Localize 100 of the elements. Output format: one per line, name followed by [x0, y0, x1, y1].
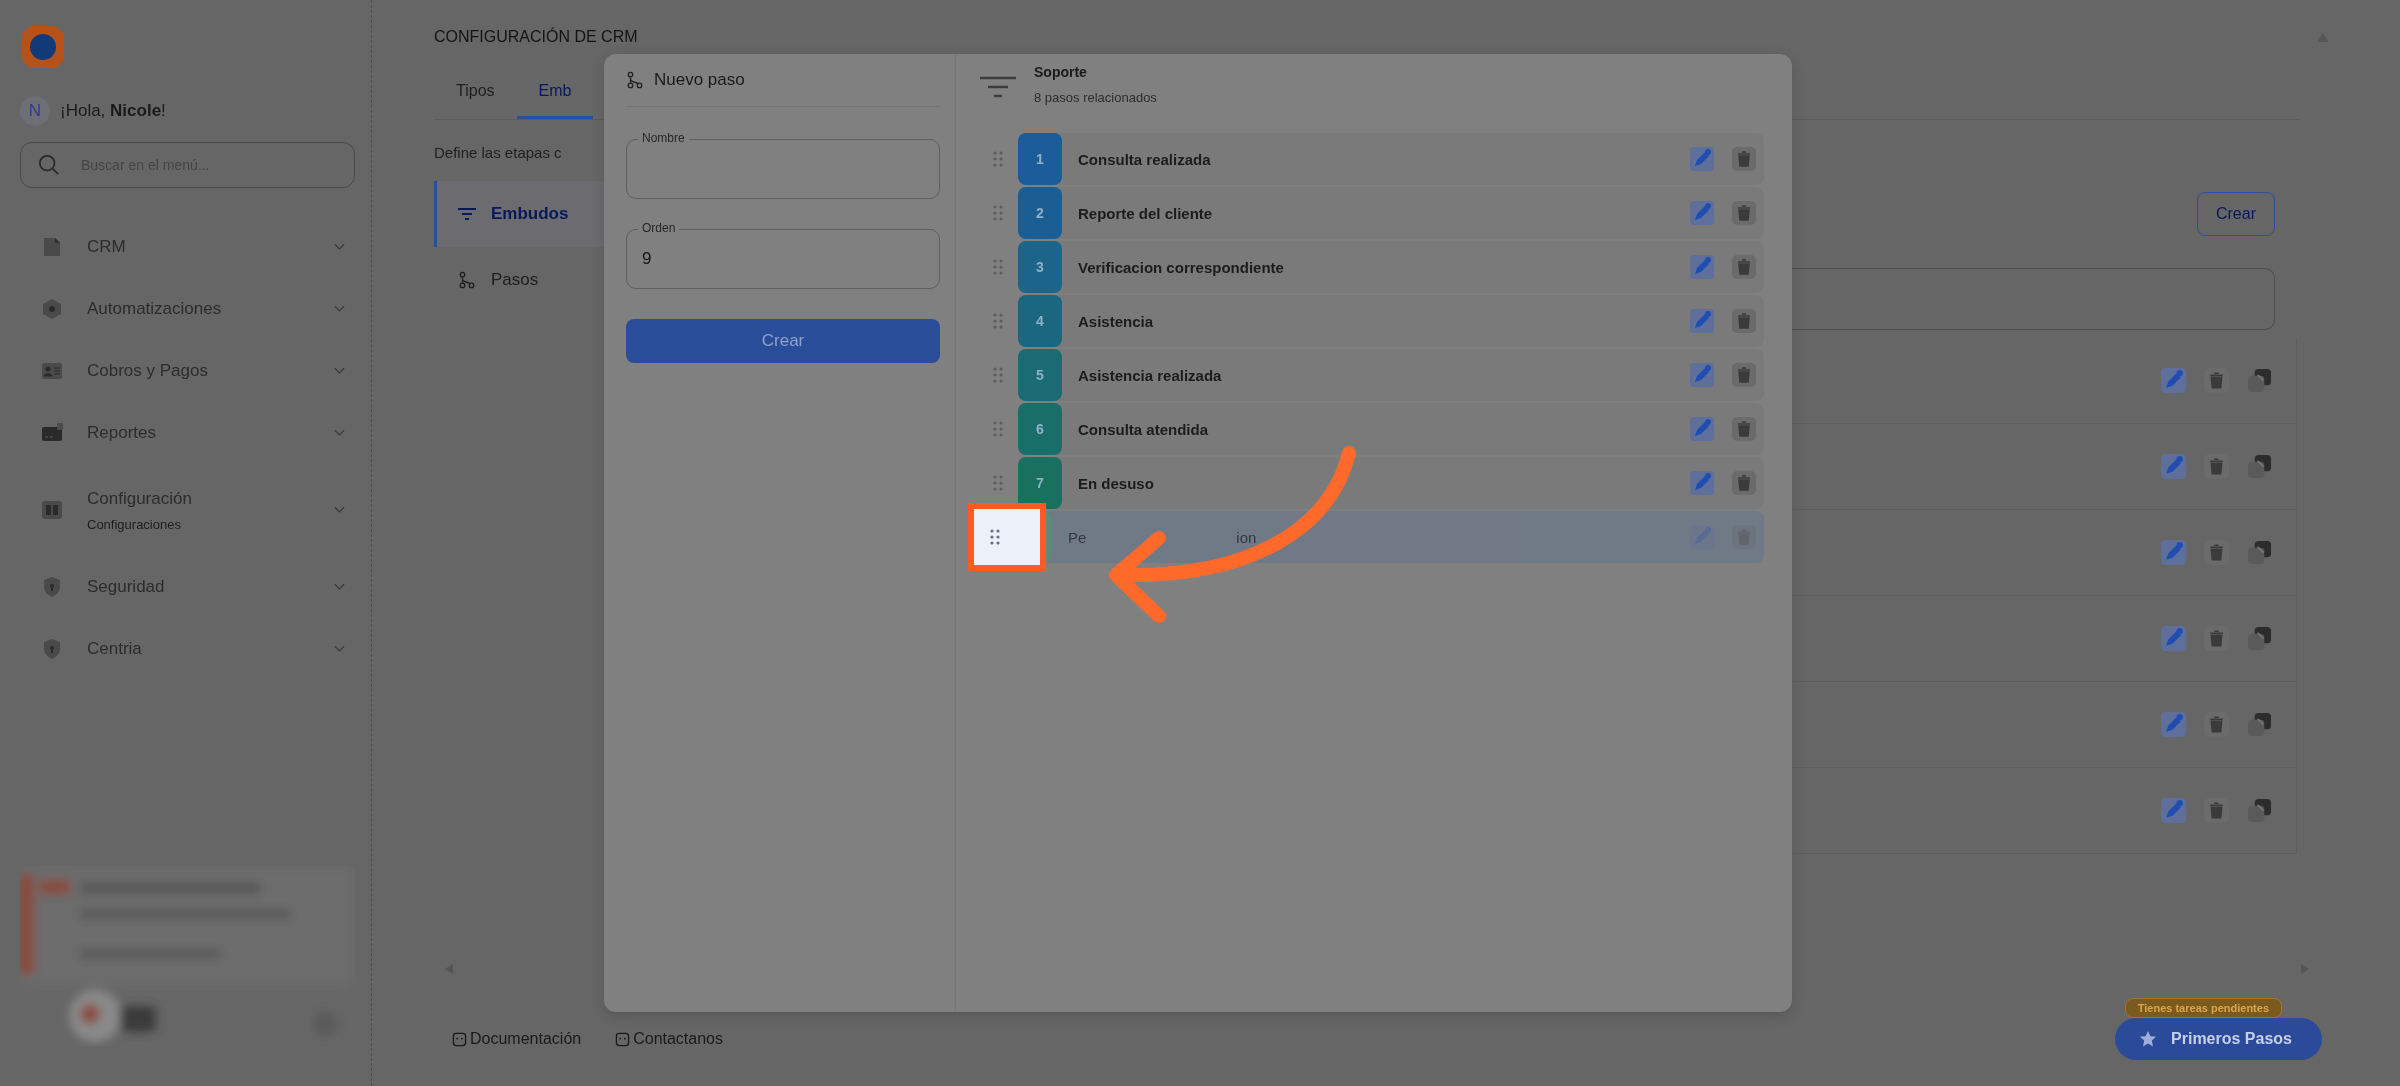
step-label: Consulta atendida	[1078, 420, 1208, 438]
step-number: 6	[1018, 403, 1062, 455]
logo	[20, 24, 66, 70]
step-row[interactable]: 5 Asistencia realizada	[1018, 349, 1764, 401]
copy-icon[interactable]	[2247, 540, 2272, 565]
menu-label: Seguridad	[87, 577, 166, 597]
step-row[interactable]: 2 Reporte del cliente	[1018, 187, 1764, 239]
chat-icon	[615, 1031, 631, 1047]
menu-item[interactable]: Reportes	[20, 402, 355, 464]
hexagon-icon	[40, 297, 64, 321]
funnel-subtitle: 8 pasos relacionados	[1034, 90, 1157, 105]
trash-icon[interactable]	[1732, 471, 1756, 495]
copy-icon[interactable]	[2247, 368, 2272, 393]
funnel-name: Soporte	[1034, 64, 1088, 80]
drag-handle-icon[interactable]	[993, 475, 1003, 491]
copy-icon[interactable]	[2247, 712, 2272, 737]
field-label: Orden	[638, 221, 680, 235]
tab[interactable]: Emb	[516, 68, 594, 119]
trash-icon[interactable]	[1732, 309, 1756, 333]
subnav-item[interactable]: Pasos	[434, 247, 609, 313]
trash-icon[interactable]	[1732, 363, 1756, 387]
trash-icon[interactable]	[1732, 147, 1756, 171]
menu-item[interactable]: Centria	[20, 618, 355, 680]
branch-icon	[626, 71, 644, 89]
edit-icon[interactable]	[1690, 309, 1714, 333]
step-number: 7	[1018, 457, 1062, 509]
step-row[interactable]: 3 Verificacion correspondiente	[1018, 241, 1764, 293]
first-steps-button[interactable]: Primeros Pasos	[2115, 1018, 2322, 1060]
step-label: Reporte del cliente	[1078, 204, 1213, 222]
step-row[interactable]: 1 Consulta realizada	[1018, 133, 1764, 185]
create-button[interactable]: Crear	[626, 319, 940, 363]
edit-icon[interactable]	[1690, 471, 1714, 495]
step-row[interactable]: 7 En desuso	[1018, 457, 1764, 509]
page-title: CONFIGURACIÓN DE CRM	[434, 28, 639, 46]
menu-label: Reportes	[87, 423, 157, 443]
edit-icon[interactable]	[2161, 368, 2186, 393]
drag-handle-icon[interactable]	[993, 421, 1003, 437]
menu-sublabel: Configuraciones	[87, 516, 182, 532]
field-label: Nombre	[638, 131, 689, 145]
menu-item[interactable]: Configuración Configuraciones	[20, 464, 355, 556]
drag-handle-icon[interactable]	[993, 313, 1003, 329]
chevron-icon	[334, 367, 345, 375]
subnav-label: Embudos	[491, 204, 569, 224]
footer-link[interactable]: Contactanos	[615, 1030, 723, 1048]
chevron-icon	[334, 506, 345, 514]
step-label: En desuso	[1078, 474, 1154, 492]
chevron-icon	[334, 583, 345, 591]
edit-icon[interactable]	[2161, 540, 2186, 565]
edit-icon[interactable]	[2161, 798, 2186, 823]
edit-icon[interactable]	[2161, 712, 2186, 737]
menu-item[interactable]: Seguridad	[20, 556, 355, 618]
step-label: Pe	[1068, 528, 1087, 546]
menu-label: Cobros y Pagos	[87, 361, 209, 381]
copy-icon[interactable]	[2247, 454, 2272, 479]
trash-icon[interactable]	[1732, 255, 1756, 279]
edit-icon[interactable]	[1690, 147, 1714, 171]
edit-icon[interactable]	[1690, 363, 1714, 387]
chevron-icon	[334, 645, 345, 653]
drag-handle-icon[interactable]	[993, 151, 1003, 167]
search-field[interactable]	[1792, 268, 2275, 330]
trash-icon[interactable]	[1732, 201, 1756, 225]
trash-icon[interactable]	[1732, 525, 1756, 549]
menu-item[interactable]: Cobros y Pagos	[20, 340, 355, 402]
branch-icon	[457, 271, 477, 289]
drag-handle-icon[interactable]	[993, 205, 1003, 221]
copy-icon[interactable]	[2247, 798, 2272, 823]
form-title: Nuevo paso	[654, 70, 745, 90]
drag-handle-icon[interactable]	[993, 259, 1003, 275]
edit-icon[interactable]	[2161, 626, 2186, 651]
edit-icon[interactable]	[2161, 454, 2186, 479]
step-number: 5	[1018, 349, 1062, 401]
step-number: 3	[1018, 241, 1062, 293]
menu-label: Configuración	[87, 488, 193, 509]
tab[interactable]: Tipos	[434, 68, 517, 119]
trash-icon[interactable]	[1732, 417, 1756, 441]
edit-icon[interactable]	[1690, 255, 1714, 279]
edit-icon[interactable]	[1690, 417, 1714, 441]
step-row[interactable]: 4 Asistencia	[1018, 295, 1764, 347]
drag-handle-icon[interactable]	[990, 529, 1000, 545]
subnav-label: Pasos	[491, 270, 539, 290]
step-number: 2	[1018, 187, 1062, 239]
menu-item[interactable]: Automatizaciones	[20, 278, 355, 340]
menu-item[interactable]: CRM	[20, 216, 355, 278]
drag-handle-icon[interactable]	[993, 367, 1003, 383]
footer-link[interactable]: Documentación	[452, 1030, 582, 1048]
description: Define las etapas c	[434, 144, 563, 161]
filter-icon	[457, 205, 477, 223]
copy-icon[interactable]	[2247, 626, 2272, 651]
step-row[interactable]: 6 Consulta atendida	[1018, 403, 1764, 455]
step-label: ion	[1236, 528, 1257, 546]
menu-label: Automatizaciones	[87, 299, 223, 319]
step-label: Asistencia	[1078, 312, 1154, 330]
greeting: ¡Hola, Nicole!	[60, 101, 166, 121]
menu-label: Centria	[87, 639, 143, 659]
create-button[interactable]: Crear	[2197, 192, 2275, 236]
edit-icon[interactable]	[1690, 201, 1714, 225]
step-label: Verificacion correspondiente	[1078, 258, 1284, 276]
step-label: Asistencia realizada	[1078, 366, 1222, 384]
menu-label: CRM	[87, 237, 127, 257]
document-icon	[452, 1031, 467, 1047]
